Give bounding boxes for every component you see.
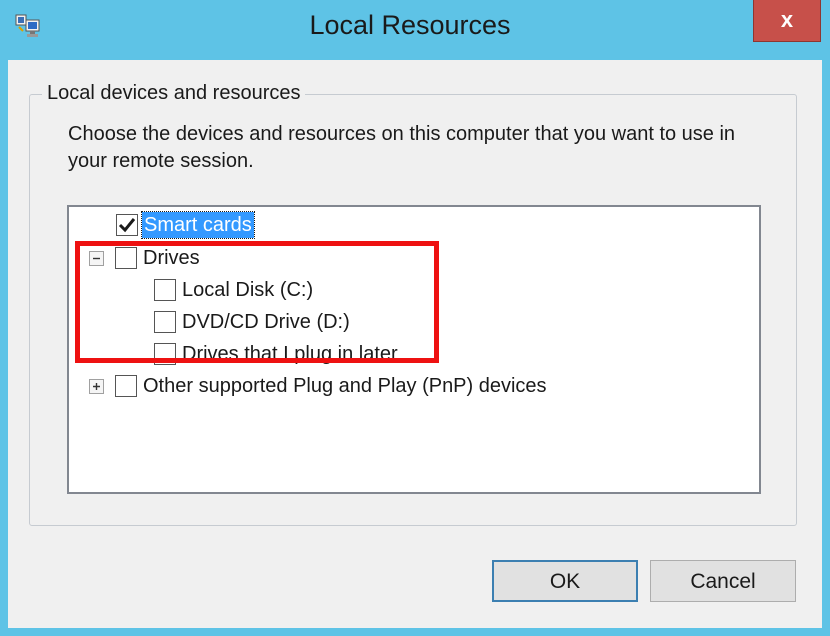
dvd-drive-label[interactable]: DVD/CD Drive (D:) xyxy=(180,309,352,335)
device-tree[interactable]: Smart cards Drives Local Disk (C:) DVD/C… xyxy=(67,205,761,494)
drives-checkbox[interactable] xyxy=(115,247,137,269)
drives-expander[interactable] xyxy=(89,250,104,266)
instruction-text: Choose the devices and resources on this… xyxy=(68,123,736,172)
tree-item-smart-cards[interactable]: Smart cards xyxy=(116,211,255,239)
tree-item-dvd-drive[interactable]: DVD/CD Drive (D:) xyxy=(154,308,352,336)
tree-item-local-disk[interactable]: Local Disk (C:) xyxy=(154,276,315,304)
group-legend: Local devices and resources xyxy=(42,82,306,105)
ok-button[interactable]: OK xyxy=(492,560,638,602)
plus-expander-icon xyxy=(93,382,100,390)
drives-label[interactable]: Drives xyxy=(141,245,202,271)
plug-in-later-label[interactable]: Drives that I plug in later xyxy=(180,341,400,367)
smart-cards-checkbox[interactable] xyxy=(116,214,138,236)
pnp-expander[interactable] xyxy=(89,378,104,394)
local-disk-checkbox[interactable] xyxy=(154,279,176,301)
dvd-drive-checkbox[interactable] xyxy=(154,311,176,333)
cancel-button[interactable]: Cancel xyxy=(650,560,796,602)
pnp-checkbox[interactable] xyxy=(115,375,137,397)
tree-item-plug-in-later[interactable]: Drives that I plug in later xyxy=(154,340,400,368)
title-bar: Local Resources x xyxy=(0,0,830,60)
local-resources-window: Local Resources x Local devices and reso… xyxy=(0,0,830,636)
plug-in-later-checkbox[interactable] xyxy=(154,343,176,365)
pnp-label[interactable]: Other supported Plug and Play (PnP) devi… xyxy=(141,373,549,399)
tree-item-drives[interactable]: Drives xyxy=(89,244,202,272)
dialog-body: Local devices and resources Choose the d… xyxy=(8,60,822,628)
checkmark-icon xyxy=(118,218,136,233)
tree-item-pnp-devices[interactable]: Other supported Plug and Play (PnP) devi… xyxy=(89,372,549,400)
smart-cards-label[interactable]: Smart cards xyxy=(141,211,255,239)
local-disk-label[interactable]: Local Disk (C:) xyxy=(180,277,315,303)
close-button[interactable]: x xyxy=(753,0,821,42)
close-icon: x xyxy=(780,7,794,32)
minus-expander-icon xyxy=(93,257,100,259)
window-title: Local Resources xyxy=(309,10,511,40)
